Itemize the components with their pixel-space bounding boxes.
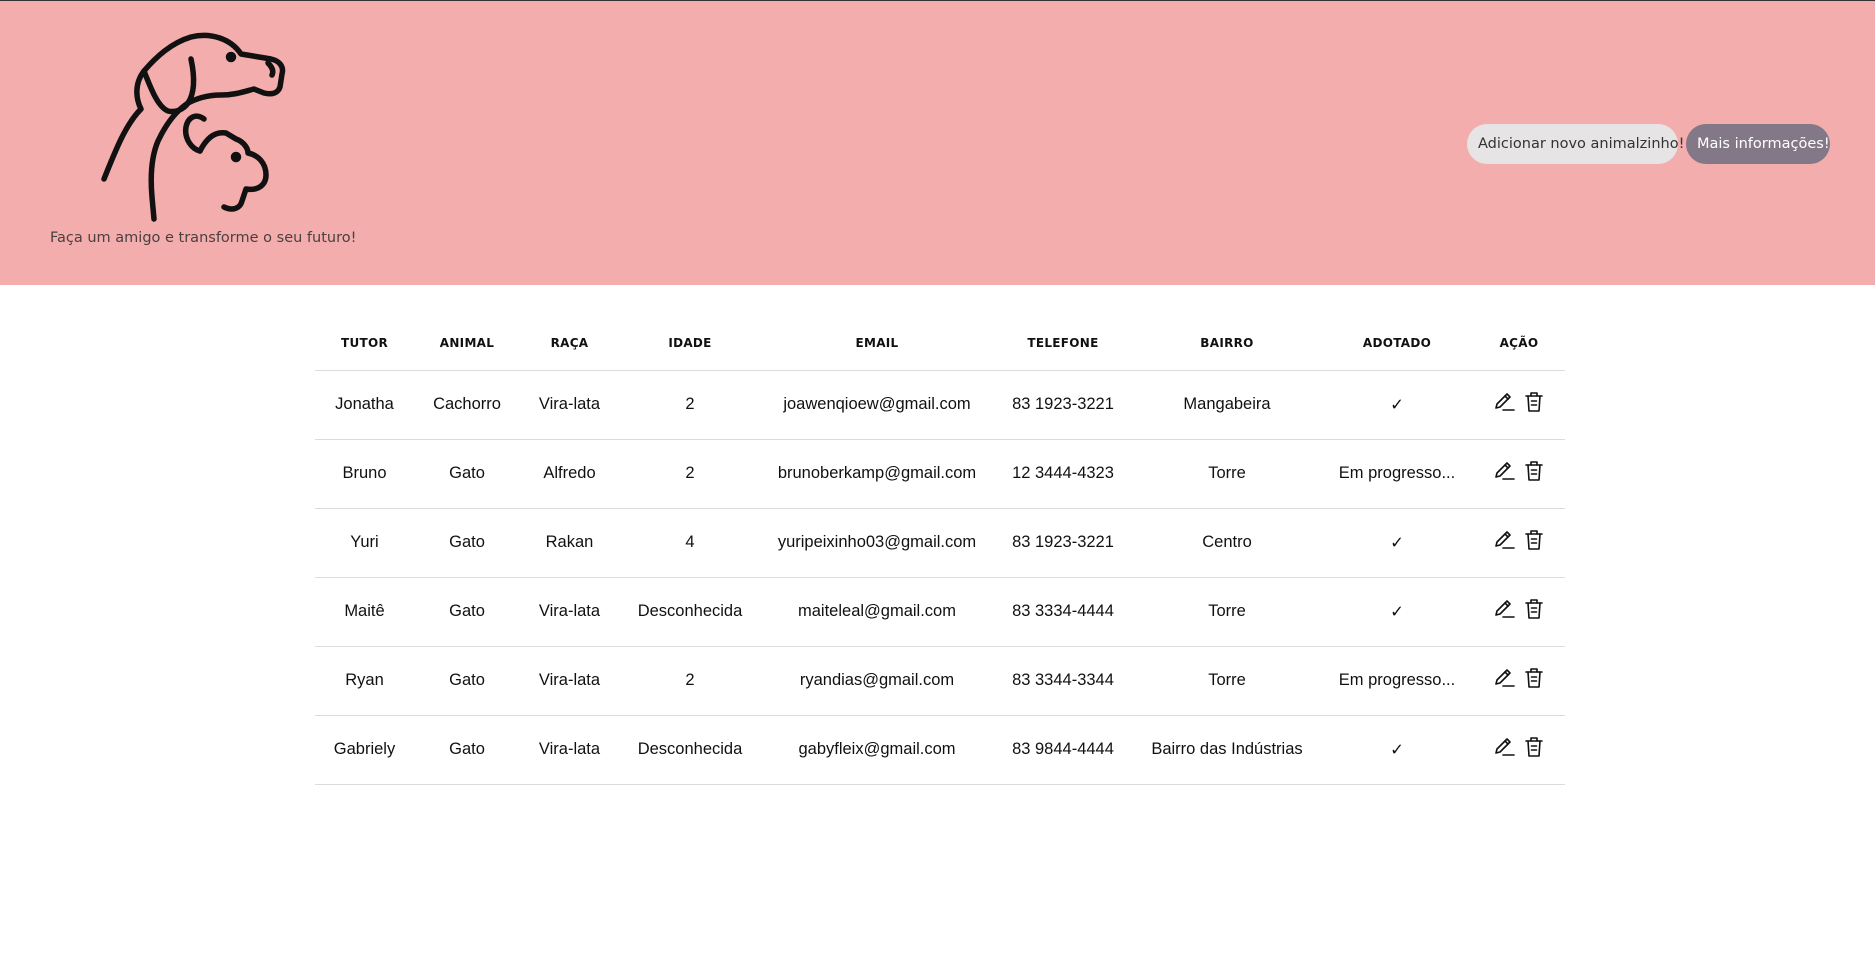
column-header-bairro: BAIRRO: [1133, 316, 1321, 371]
table-header: TUTOR ANIMAL RAÇA IDADE EMAIL TELEFONE B…: [315, 316, 1565, 371]
edit-icon[interactable]: [1492, 666, 1516, 690]
cell-animal: Gato: [414, 439, 520, 509]
trash-icon[interactable]: [1522, 459, 1546, 483]
edit-icon[interactable]: [1492, 597, 1516, 621]
cell-adotado: Em progresso...: [1321, 439, 1473, 509]
site-header: Faça um amigo e transforme o seu futuro!…: [0, 0, 1875, 285]
column-header-acao: AÇÃO: [1473, 316, 1565, 371]
cell-telefone: 83 3344-3344: [993, 646, 1133, 716]
table-body: Jonatha Cachorro Vira-lata 2 joawenqioew…: [315, 370, 1565, 785]
cell-raca: Vira-lata: [520, 370, 619, 440]
cell-bairro: Mangabeira: [1133, 370, 1321, 440]
table-row: Ryan Gato Vira-lata 2 ryandias@gmail.com…: [315, 646, 1565, 716]
cell-adotado: Em progresso...: [1321, 646, 1473, 716]
table-row: Gabriely Gato Vira-lata Desconhecida gab…: [315, 715, 1565, 785]
table-row: Yuri Gato Rakan 4 yuripeixinho03@gmail.c…: [315, 508, 1565, 578]
cell-acao: [1473, 439, 1565, 509]
cell-bairro: Bairro das Indústrias: [1133, 715, 1321, 785]
cell-bairro: Centro: [1133, 508, 1321, 578]
table-row: Jonatha Cachorro Vira-lata 2 joawenqioew…: [315, 370, 1565, 440]
cell-tutor: Bruno: [315, 439, 414, 509]
cell-adotado: ✓: [1321, 508, 1473, 578]
cell-email: yuripeixinho03@gmail.com: [761, 508, 993, 578]
column-header-idade: IDADE: [619, 316, 761, 371]
cell-adotado: ✓: [1321, 577, 1473, 647]
cell-telefone: 83 9844-4444: [993, 715, 1133, 785]
cell-raca: Vira-lata: [520, 646, 619, 716]
cell-idade: Desconhecida: [619, 577, 761, 647]
cell-telefone: 12 3444-4323: [993, 439, 1133, 509]
cell-email: gabyfleix@gmail.com: [761, 715, 993, 785]
cell-email: maiteleal@gmail.com: [761, 577, 993, 647]
column-header-tutor: TUTOR: [315, 316, 414, 371]
cell-animal: Gato: [414, 577, 520, 647]
cell-animal: Gato: [414, 508, 520, 578]
column-header-raca: RAÇA: [520, 316, 619, 371]
edit-icon[interactable]: [1492, 459, 1516, 483]
cell-acao: [1473, 508, 1565, 578]
cell-acao: [1473, 715, 1565, 785]
cell-raca: Rakan: [520, 508, 619, 578]
cell-adotado: ✓: [1321, 370, 1473, 440]
column-header-email: EMAIL: [761, 316, 993, 371]
cell-raca: Vira-lata: [520, 577, 619, 647]
adoption-table: TUTOR ANIMAL RAÇA IDADE EMAIL TELEFONE B…: [315, 316, 1565, 785]
cell-idade: 2: [619, 439, 761, 509]
cell-telefone: 83 3334-4444: [993, 577, 1133, 647]
cell-bairro: Torre: [1133, 646, 1321, 716]
table-row: Bruno Gato Alfredo 2 brunoberkamp@gmail.…: [315, 439, 1565, 509]
cell-acao: [1473, 370, 1565, 440]
column-header-telefone: TELEFONE: [993, 316, 1133, 371]
cell-tutor: Jonatha: [315, 370, 414, 440]
cell-idade: Desconhecida: [619, 715, 761, 785]
edit-icon[interactable]: [1492, 390, 1516, 414]
cell-animal: Gato: [414, 646, 520, 716]
add-animal-button[interactable]: Adicionar novo animalzinho!: [1467, 124, 1684, 164]
column-header-adotado: ADOTADO: [1321, 316, 1473, 371]
cell-raca: Alfredo: [520, 439, 619, 509]
edit-icon[interactable]: [1492, 735, 1516, 759]
cell-email: brunoberkamp@gmail.com: [761, 439, 993, 509]
trash-icon[interactable]: [1522, 735, 1546, 759]
cell-raca: Vira-lata: [520, 715, 619, 785]
cell-adotado: ✓: [1321, 715, 1473, 785]
cell-acao: [1473, 646, 1565, 716]
cell-idade: 2: [619, 646, 761, 716]
trash-icon[interactable]: [1522, 528, 1546, 552]
trash-icon[interactable]: [1522, 390, 1546, 414]
cell-animal: Gato: [414, 715, 520, 785]
cell-tutor: Gabriely: [315, 715, 414, 785]
cell-animal: Cachorro: [414, 370, 520, 440]
table-row: Maitê Gato Vira-lata Desconhecida maitel…: [315, 577, 1565, 647]
cell-tutor: Yuri: [315, 508, 414, 578]
column-header-animal: ANIMAL: [414, 316, 520, 371]
cell-bairro: Torre: [1133, 439, 1321, 509]
trash-icon[interactable]: [1522, 597, 1546, 621]
tagline: Faça um amigo e transforme o seu futuro!: [50, 230, 357, 246]
more-info-button[interactable]: Mais informações!: [1686, 124, 1830, 164]
cell-email: ryandias@gmail.com: [761, 646, 993, 716]
cell-telefone: 83 1923-3221: [993, 508, 1133, 578]
cell-idade: 4: [619, 508, 761, 578]
edit-icon[interactable]: [1492, 528, 1516, 552]
cell-bairro: Torre: [1133, 577, 1321, 647]
dog-cat-logo-icon: [101, 32, 286, 222]
cell-acao: [1473, 577, 1565, 647]
cell-email: joawenqioew@gmail.com: [761, 370, 993, 440]
trash-icon[interactable]: [1522, 666, 1546, 690]
cell-tutor: Ryan: [315, 646, 414, 716]
cell-tutor: Maitê: [315, 577, 414, 647]
cell-idade: 2: [619, 370, 761, 440]
cell-telefone: 83 1923-3221: [993, 370, 1133, 440]
